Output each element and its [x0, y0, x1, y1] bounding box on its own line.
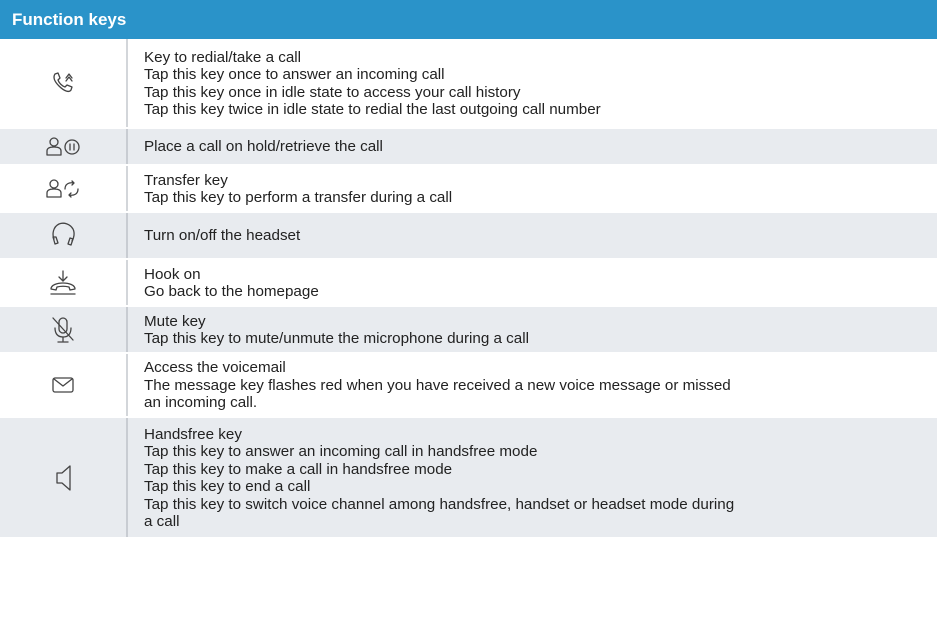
mute-icon	[52, 316, 74, 343]
row-text: Tap this key to end a call	[144, 478, 311, 495]
row-text: an incoming call.	[144, 394, 258, 412]
row-text: The message key flashes red when you hav…	[144, 376, 731, 394]
row-text: Mute key	[144, 312, 206, 330]
row-text: Place a call on hold/retrieve the call	[144, 138, 383, 156]
row-text: a call	[144, 513, 180, 530]
table-row: Transfer key Tap this key to perform a t…	[0, 166, 937, 213]
table-row: Key to redial/take a call Tap this key o…	[0, 39, 937, 129]
table-row: Handsfree key Tap this key to answer an …	[0, 418, 937, 539]
row-text: Tap this key once in idle state to acces…	[144, 83, 521, 101]
row-text: Go back to the homepage	[144, 283, 319, 300]
table-row: Hook on Go back to the homepage	[0, 260, 937, 307]
row-text: Turn on/off the headset	[144, 227, 301, 245]
transfer-icon	[46, 178, 79, 198]
row-text: Hook on	[144, 265, 201, 283]
handsfree-icon	[56, 464, 71, 491]
table-row: Turn on/off the headset	[0, 213, 937, 260]
row-text: Tap this key to answer an incoming call …	[144, 443, 538, 460]
redial-call-icon	[53, 72, 73, 93]
table-row: Mute key Tap this key to mute/unmute the…	[0, 307, 937, 354]
row-text: Access the voicemail	[144, 359, 286, 377]
row-text: Tap this key to switch voice channel amo…	[144, 495, 735, 513]
row-text: Tap this key to make a call in handsfree…	[144, 460, 453, 478]
function-keys-table: Function keys Key to redial/take a call …	[0, 0, 937, 539]
headset-icon	[52, 222, 75, 246]
table-row: Place a call on hold/retrieve the call	[0, 129, 937, 166]
row-text: Transfer key	[144, 171, 228, 189]
table-header: Function keys	[0, 0, 937, 39]
hold-icon	[46, 136, 80, 156]
hook-on-icon	[50, 269, 76, 295]
voicemail-icon	[52, 377, 74, 393]
row-text: Tap this key once to answer an incoming …	[144, 66, 445, 83]
row-text: Tap this key to mute/unmute the micropho…	[144, 330, 529, 347]
row-text: Tap this key twice in idle state to redi…	[144, 101, 601, 118]
row-text: Tap this key to perform a transfer durin…	[144, 189, 453, 206]
table-row: Access the voicemail The message key fla…	[0, 354, 937, 418]
row-text: Handsfree key	[144, 425, 242, 443]
row-text: Key to redial/take a call	[144, 48, 302, 66]
